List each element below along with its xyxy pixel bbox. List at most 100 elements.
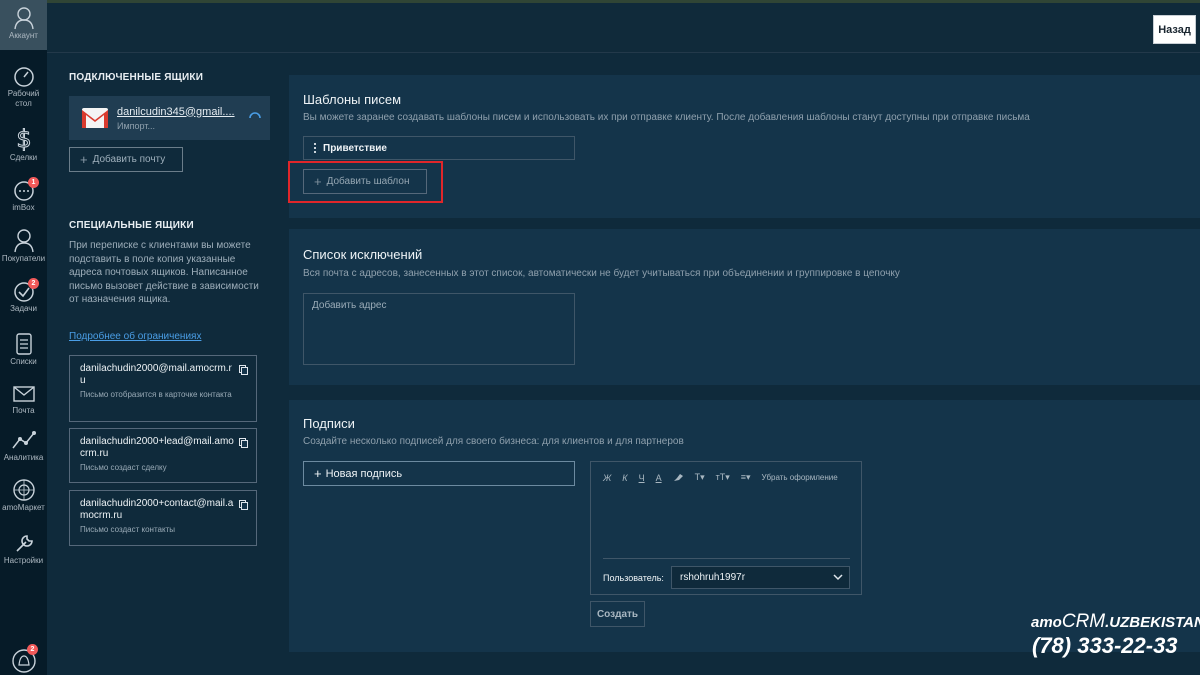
text-color-button[interactable]: А xyxy=(656,473,662,483)
add-template-button[interactable]: + Добавить шаблон xyxy=(303,169,427,194)
brand-suffix: .UZBEKISTAN xyxy=(1105,614,1200,631)
special-mailboxes-description: При переписке с клиентами вы можете подс… xyxy=(69,240,259,305)
copy-icon[interactable] xyxy=(239,365,248,375)
lists-icon xyxy=(15,333,32,355)
nav-item-label: Списки xyxy=(10,357,37,366)
nav-notifications[interactable]: 2 xyxy=(0,644,47,674)
nav-item-customers[interactable]: Покупатели xyxy=(0,227,47,264)
nav-item-mail[interactable]: Почта xyxy=(0,383,47,416)
analytics-icon xyxy=(11,431,36,449)
market-icon xyxy=(12,479,35,501)
nav-item-label: imBox xyxy=(12,203,35,212)
nav-item-imbox[interactable]: 1 imBox xyxy=(0,177,47,213)
brand-watermark: amoCRM.UZBEKISTAN xyxy=(1031,611,1200,633)
plus-icon: + xyxy=(314,466,322,481)
create-signature-button[interactable]: Создать xyxy=(590,601,645,627)
top-bar: Назад xyxy=(47,3,1200,53)
phone-watermark: (78) 333-22-33 xyxy=(1032,633,1178,658)
signature-editor[interactable]: Ж К Ч А T▾ тТ▾ ≡▾ Убрать оформление Поль… xyxy=(590,461,862,595)
new-signature-button[interactable]: + Новая подпись xyxy=(303,461,575,486)
imbox-badge: 1 xyxy=(28,177,39,188)
svg-text:$: $ xyxy=(16,126,31,152)
nav-item-dashboard[interactable]: Рабочий стол xyxy=(0,66,47,109)
new-signature-label: Новая подпись xyxy=(325,467,403,480)
brand-prefix: amo xyxy=(1031,614,1062,631)
templates-description: Вы можете заранее создавать шаблоны писе… xyxy=(303,112,1030,123)
nav-item-label: Задачи xyxy=(10,304,37,313)
add-mail-label: Добавить почту xyxy=(92,154,166,165)
nav-item-lists[interactable]: Списки xyxy=(0,332,47,367)
plus-icon: + xyxy=(314,174,322,189)
mailbox-email[interactable]: danilcudin345@gmail.... xyxy=(117,106,235,118)
font-size-button[interactable]: T▾ xyxy=(695,472,705,483)
nav-item-label: Сделки xyxy=(9,153,38,162)
user-select[interactable]: rshohruh1997r xyxy=(671,566,850,589)
nav-item-label: Аналитика xyxy=(3,453,44,462)
gmail-icon xyxy=(82,108,108,128)
chevron-down-icon xyxy=(833,574,843,581)
connected-mailbox[interactable]: danilcudin345@gmail.... Импорт... xyxy=(69,96,270,140)
special-mailbox-email: danilachudin2000@mail.amocrm.ru xyxy=(80,363,232,386)
italic-button[interactable]: К xyxy=(622,473,627,483)
copy-icon[interactable] xyxy=(239,438,248,448)
add-template-label: Добавить шаблон xyxy=(326,176,410,187)
nav-item-tasks[interactable]: 2 Задачи xyxy=(0,278,47,314)
exclusion-address-input[interactable] xyxy=(303,293,575,365)
copy-icon[interactable] xyxy=(239,500,248,510)
signatures-description: Создайте несколько подписей для своего б… xyxy=(303,436,684,447)
bold-button[interactable]: Ж xyxy=(603,473,611,483)
clear-format-button[interactable]: Убрать оформление xyxy=(762,473,838,482)
templates-section: Шаблоны писем Вы можете заранее создават… xyxy=(288,75,1200,218)
mail-icon xyxy=(12,386,35,402)
special-mailbox-lead[interactable]: danilachudin2000+lead@mail.amocrm.ru Пис… xyxy=(69,428,257,483)
dashboard-icon xyxy=(13,67,34,87)
underline-button[interactable]: Ч xyxy=(639,473,645,483)
exclusions-title: Список исключений xyxy=(303,247,423,262)
exclusions-description: Вся почта с адресов, занесенных в этот с… xyxy=(303,268,900,279)
nav-item-label: Покупатели xyxy=(1,254,46,263)
back-button[interactable]: Назад xyxy=(1153,15,1196,44)
plus-icon: + xyxy=(80,152,88,167)
add-mail-button[interactable]: + Добавить почту xyxy=(69,147,183,172)
template-name: Приветствие xyxy=(323,142,387,154)
align-button[interactable]: ≡▾ xyxy=(741,472,751,483)
settings-icon xyxy=(15,535,33,552)
nav-item-label: Настройки xyxy=(3,556,44,565)
nav-item-market[interactable]: amoМаркет xyxy=(0,478,47,513)
nav-item-label: Рабочий стол xyxy=(7,89,40,108)
special-mailboxes-title: СПЕЦИАЛЬНЫЕ ЯЩИКИ xyxy=(69,220,194,231)
drag-handle-icon[interactable] xyxy=(314,143,317,153)
dollar-icon: $ xyxy=(15,126,31,152)
highlight-marker-icon[interactable] xyxy=(673,473,684,482)
nav-account[interactable]: Аккаунт xyxy=(0,0,47,50)
mailbox-status: Импорт... xyxy=(117,120,155,131)
user-select-value: rshohruh1997r xyxy=(680,572,746,583)
limitations-link[interactable]: Подробнее об ограничениях xyxy=(69,331,201,342)
nav-item-label: Почта xyxy=(12,406,35,415)
notifications-badge: 2 xyxy=(27,644,38,655)
user-label: Пользователь: xyxy=(603,573,664,583)
special-mailbox-contact-card[interactable]: danilachudin2000@mail.amocrm.ru Письмо о… xyxy=(69,355,257,422)
special-mailbox-desc: Письмо создаст контакты xyxy=(80,525,175,534)
nav-account-label: Аккаунт xyxy=(9,31,38,40)
brand-crm: CRM xyxy=(1061,611,1106,632)
special-mailbox-contact[interactable]: danilachudin2000+contact@mail.amocrm.ru … xyxy=(69,490,257,546)
left-nav: Аккаунт Рабочий стол $ Сделки 1 imBox По… xyxy=(0,0,47,675)
tasks-badge: 2 xyxy=(28,278,39,289)
connected-mailboxes-title: ПОДКЛЮЧЕННЫЕ ЯЩИКИ xyxy=(69,72,204,83)
nav-item-deals[interactable]: $ Сделки xyxy=(0,126,47,163)
nav-item-analytics[interactable]: Аналитика xyxy=(0,430,47,463)
editor-toolbar: Ж К Ч А T▾ тТ▾ ≡▾ Убрать оформление xyxy=(603,472,838,483)
font-case-button[interactable]: тТ▾ xyxy=(716,472,730,483)
special-mailbox-desc: Письмо создаст сделку xyxy=(80,463,167,472)
signatures-title: Подписи xyxy=(303,416,355,431)
special-mailbox-desc: Письмо отобразится в карточке контакта xyxy=(80,390,232,399)
template-item[interactable]: Приветствие xyxy=(303,136,575,160)
nav-item-label: amoМаркет xyxy=(2,503,45,512)
nav-item-settings[interactable]: Настройки xyxy=(0,533,47,566)
mailboxes-panel: ПОДКЛЮЧЕННЫЕ ЯЩИКИ danilcudin345@gmail..… xyxy=(69,72,270,546)
exclusions-section: Список исключений Вся почта с адресов, з… xyxy=(289,229,1200,385)
special-mailbox-email: danilachudin2000+lead@mail.amocrm.ru xyxy=(80,436,234,459)
customers-icon xyxy=(13,229,34,253)
templates-title: Шаблоны писем xyxy=(303,92,402,107)
